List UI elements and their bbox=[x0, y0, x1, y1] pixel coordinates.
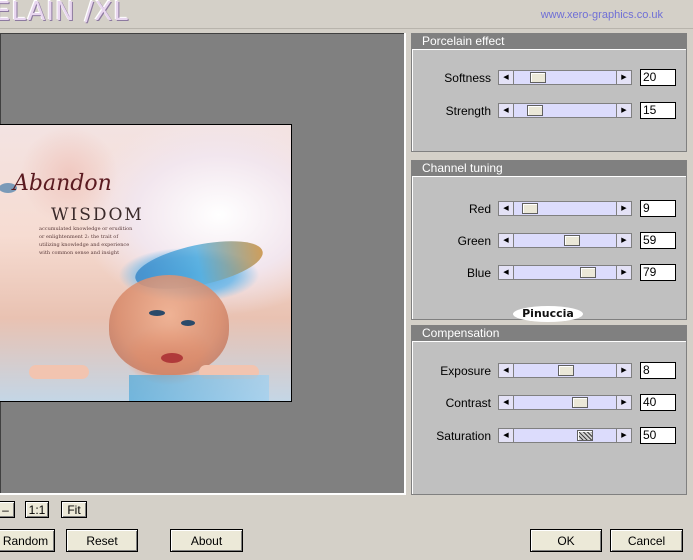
exposure-label: Exposure bbox=[440, 364, 491, 378]
strength-slider[interactable]: ◀ ▶ bbox=[498, 103, 632, 118]
strength-row: Strength ◀ ▶ 15 bbox=[412, 102, 686, 119]
softness-slider[interactable]: ◀ ▶ bbox=[498, 70, 632, 85]
saturation-slider[interactable]: ◀ ▶ bbox=[498, 428, 632, 443]
contrast-value-input[interactable]: 40 bbox=[640, 394, 676, 411]
strength-track[interactable] bbox=[514, 103, 616, 118]
preview-eye-right bbox=[181, 320, 195, 326]
contrast-row: Contrast ◀ ▶ 40 bbox=[412, 394, 686, 411]
green-row: Green ◀ ▶ 59 bbox=[412, 232, 686, 249]
arrow-right-icon[interactable]: ▶ bbox=[616, 70, 632, 85]
blue-row: Blue ◀ ▶ 79 bbox=[412, 264, 686, 281]
strength-thumb[interactable] bbox=[527, 105, 543, 116]
green-label: Green bbox=[457, 234, 491, 248]
channel-tuning-title: Channel tuning bbox=[412, 161, 686, 177]
green-track[interactable] bbox=[514, 233, 616, 248]
porcelain-effect-panel: Porcelain effect Softness ◀ ▶ 20 Strengt… bbox=[411, 33, 687, 152]
saturation-value-input[interactable]: 50 bbox=[640, 427, 676, 444]
signature-badge: Pinuccia bbox=[513, 306, 583, 322]
exposure-slider[interactable]: ◀ ▶ bbox=[498, 363, 632, 378]
cancel-button[interactable]: Cancel bbox=[610, 529, 683, 552]
contrast-label: Contrast bbox=[445, 396, 491, 410]
blue-thumb[interactable] bbox=[580, 267, 596, 278]
preview-image-subtitle: WISDOM bbox=[51, 205, 144, 225]
arrow-left-icon[interactable]: ◀ bbox=[498, 70, 514, 85]
softness-row: Softness ◀ ▶ 20 bbox=[412, 69, 686, 86]
random-button[interactable]: Random bbox=[0, 529, 55, 552]
softness-label: Softness bbox=[444, 71, 491, 85]
contrast-slider[interactable]: ◀ ▶ bbox=[498, 395, 632, 410]
arrow-left-icon[interactable]: ◀ bbox=[498, 363, 514, 378]
arrow-right-icon[interactable]: ▶ bbox=[616, 395, 632, 410]
green-value-input[interactable]: 59 bbox=[640, 232, 676, 249]
arrow-left-icon[interactable]: ◀ bbox=[498, 428, 514, 443]
red-value-input[interactable]: 9 bbox=[640, 200, 676, 217]
saturation-track[interactable] bbox=[514, 428, 616, 443]
arrow-left-icon[interactable]: ◀ bbox=[498, 265, 514, 280]
arrow-right-icon[interactable]: ▶ bbox=[616, 201, 632, 216]
arrow-left-icon[interactable]: ◀ bbox=[498, 201, 514, 216]
preview-pane[interactable]: Abandon WISDOM accumulated knowledge or … bbox=[0, 33, 406, 495]
blue-slider[interactable]: ◀ ▶ bbox=[498, 265, 632, 280]
preview-image: Abandon WISDOM accumulated knowledge or … bbox=[0, 124, 292, 402]
red-track[interactable] bbox=[514, 201, 616, 216]
red-thumb[interactable] bbox=[522, 203, 538, 214]
saturation-row: Saturation ◀ ▶ 50 bbox=[412, 427, 686, 444]
zoom-1to1-button[interactable]: 1:1 bbox=[25, 501, 49, 518]
preview-hand-left bbox=[29, 365, 89, 379]
green-slider[interactable]: ◀ ▶ bbox=[498, 233, 632, 248]
red-label: Red bbox=[468, 202, 491, 216]
arrow-left-icon[interactable]: ◀ bbox=[498, 395, 514, 410]
app-title: ELAIN /XL bbox=[0, 0, 129, 27]
strength-label: Strength bbox=[445, 104, 491, 118]
vendor-url-link[interactable]: www.xero-graphics.co.uk bbox=[541, 9, 663, 21]
blue-track[interactable] bbox=[514, 265, 616, 280]
green-thumb[interactable] bbox=[564, 235, 580, 246]
strength-value-input[interactable]: 15 bbox=[640, 102, 676, 119]
softness-thumb[interactable] bbox=[530, 72, 546, 83]
header-bar: ELAIN /XL www.xero-graphics.co.uk bbox=[0, 0, 693, 29]
zoom-out-button[interactable]: – bbox=[0, 501, 15, 518]
exposure-value-input[interactable]: 8 bbox=[640, 362, 676, 379]
channel-tuning-panel: Channel tuning Red ◀ ▶ 9 Green ◀ ▶ 59 Bl… bbox=[411, 160, 687, 320]
contrast-track[interactable] bbox=[514, 395, 616, 410]
arrow-left-icon[interactable]: ◀ bbox=[498, 233, 514, 248]
preview-eye-left bbox=[149, 310, 165, 316]
exposure-track[interactable] bbox=[514, 363, 616, 378]
preview-image-body: accumulated knowledge or erudition or en… bbox=[39, 226, 133, 256]
arrow-right-icon[interactable]: ▶ bbox=[616, 363, 632, 378]
ok-button[interactable]: OK bbox=[530, 529, 602, 552]
saturation-label: Saturation bbox=[436, 429, 491, 443]
compensation-title: Compensation bbox=[412, 326, 686, 342]
contrast-thumb[interactable] bbox=[572, 397, 588, 408]
saturation-thumb[interactable] bbox=[577, 430, 593, 441]
arrow-right-icon[interactable]: ▶ bbox=[616, 428, 632, 443]
about-button[interactable]: About bbox=[170, 529, 243, 552]
reset-button[interactable]: Reset bbox=[66, 529, 138, 552]
red-row: Red ◀ ▶ 9 bbox=[412, 200, 686, 217]
preview-reflection bbox=[129, 375, 269, 401]
preview-lips bbox=[161, 353, 183, 363]
compensation-panel: Compensation Exposure ◀ ▶ 8 Contrast ◀ ▶… bbox=[411, 325, 687, 495]
softness-track[interactable] bbox=[514, 70, 616, 85]
arrow-right-icon[interactable]: ▶ bbox=[616, 265, 632, 280]
porcelain-effect-title: Porcelain effect bbox=[412, 34, 686, 50]
softness-value-input[interactable]: 20 bbox=[640, 69, 676, 86]
exposure-row: Exposure ◀ ▶ 8 bbox=[412, 362, 686, 379]
blue-label: Blue bbox=[466, 266, 491, 280]
blue-value-input[interactable]: 79 bbox=[640, 264, 676, 281]
arrow-right-icon[interactable]: ▶ bbox=[616, 103, 632, 118]
arrow-left-icon[interactable]: ◀ bbox=[498, 103, 514, 118]
preview-image-title: Abandon bbox=[13, 171, 112, 196]
red-slider[interactable]: ◀ ▶ bbox=[498, 201, 632, 216]
zoom-fit-button[interactable]: Fit bbox=[61, 501, 87, 518]
arrow-right-icon[interactable]: ▶ bbox=[616, 233, 632, 248]
exposure-thumb[interactable] bbox=[558, 365, 574, 376]
